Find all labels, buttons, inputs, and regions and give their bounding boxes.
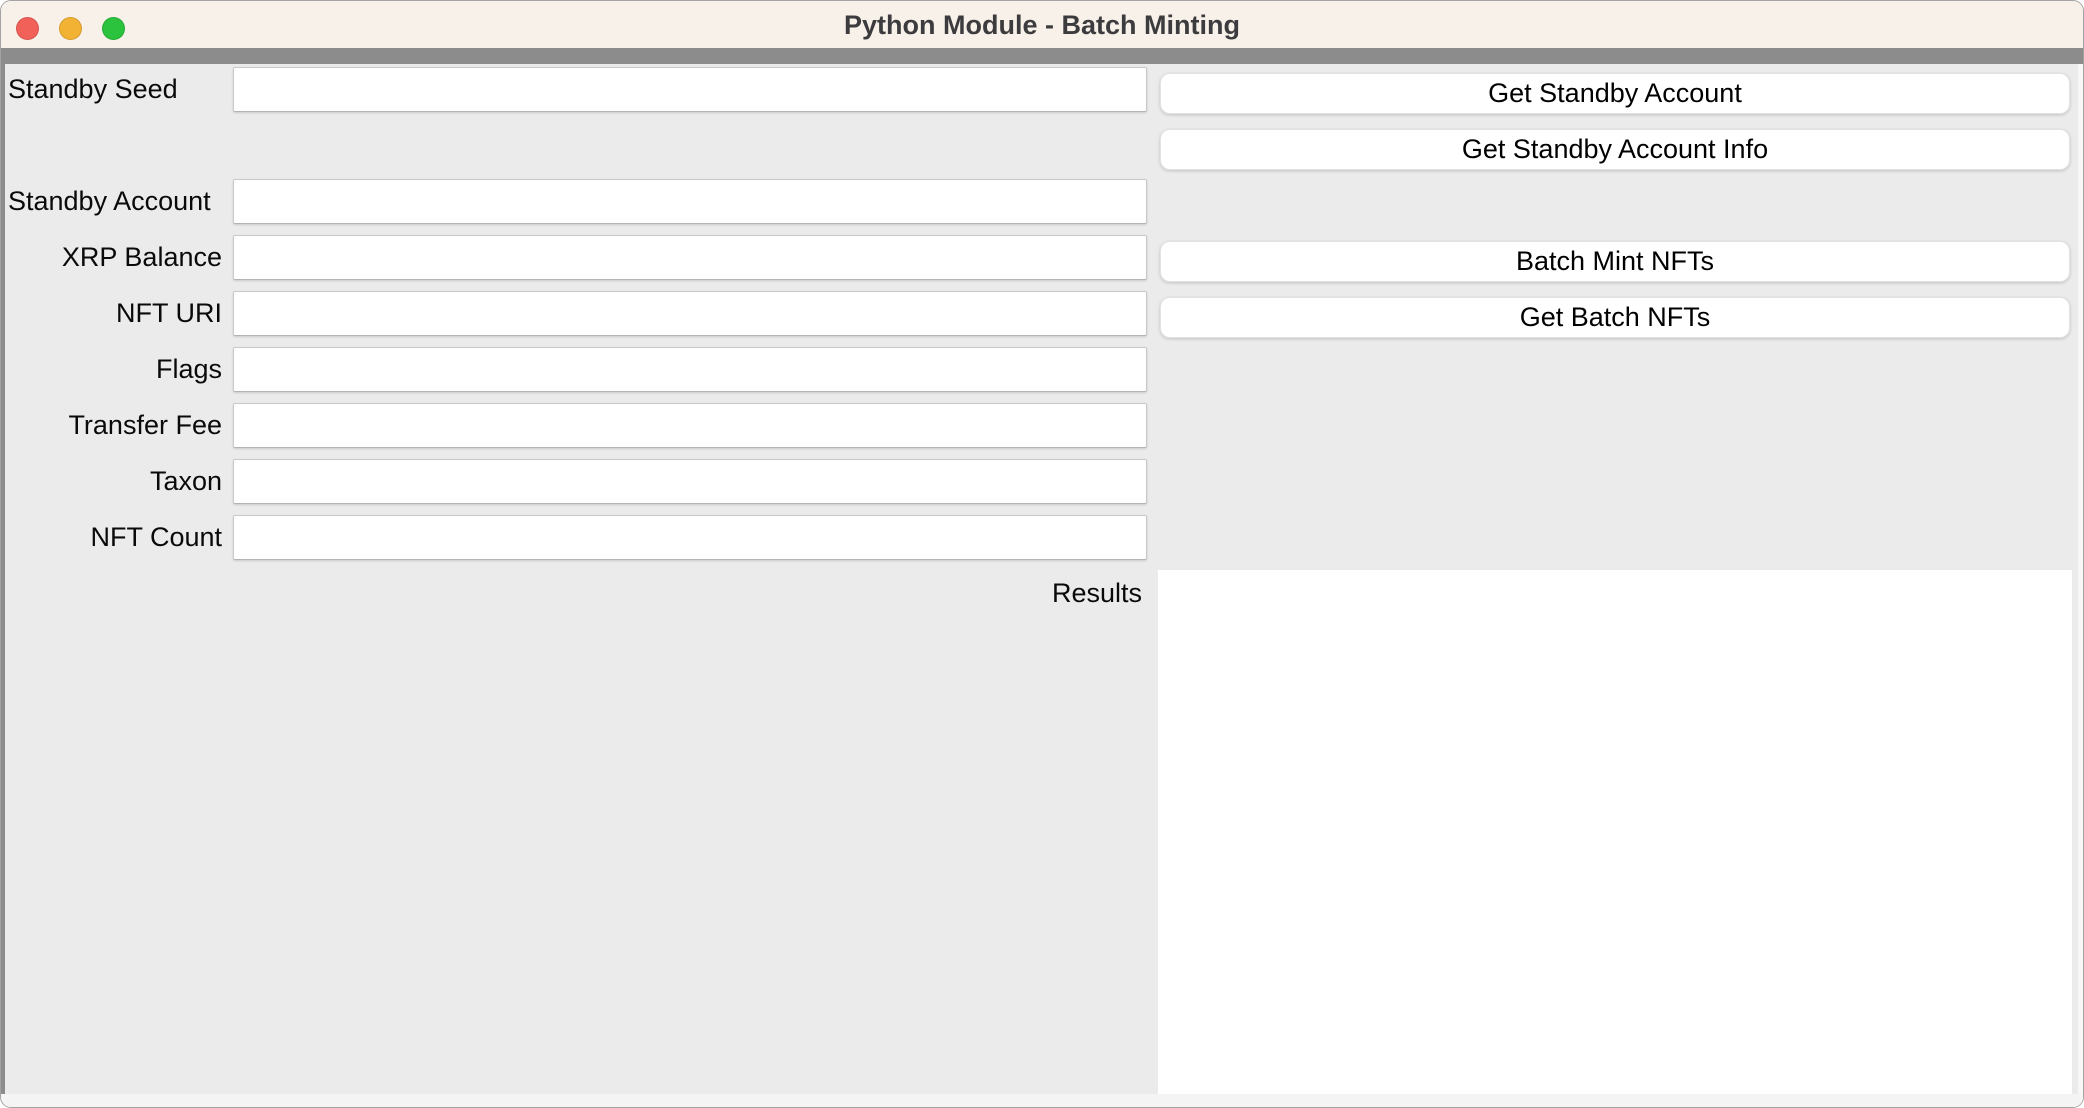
nft-count-input[interactable]: [233, 515, 1147, 560]
results-label: Results: [695, 571, 1142, 615]
standby-account-input[interactable]: [233, 179, 1147, 224]
get-standby-account-info-button[interactable]: Get Standby Account Info: [1160, 129, 2070, 170]
titlebar-separator: [1, 48, 2083, 64]
nft-uri-input[interactable]: [233, 291, 1147, 336]
app-window: Python Module - Batch Minting Standby Se…: [0, 0, 2084, 1108]
xrp-balance-input[interactable]: [233, 235, 1147, 280]
window-title: Python Module - Batch Minting: [1, 1, 2083, 48]
window-bottom-edge: [1, 1094, 2083, 1107]
main-content: Standby Seed Standby Account XRP Balance…: [1, 64, 2083, 1107]
taxon-input[interactable]: [233, 459, 1147, 504]
nft-uri-label: NFT URI: [8, 291, 222, 336]
flags-label: Flags: [8, 347, 222, 392]
standby-seed-label: Standby Seed: [8, 67, 222, 112]
taxon-label: Taxon: [8, 459, 222, 504]
standby-account-label: Standby Account: [8, 179, 222, 224]
batch-mint-nfts-button[interactable]: Batch Mint NFTs: [1160, 241, 2070, 282]
get-standby-account-button[interactable]: Get Standby Account: [1160, 73, 2070, 114]
get-batch-nfts-button[interactable]: Get Batch NFTs: [1160, 297, 2070, 338]
titlebar: Python Module - Batch Minting: [1, 1, 2083, 48]
flags-input[interactable]: [233, 347, 1147, 392]
standby-seed-input[interactable]: [233, 67, 1147, 112]
results-textarea[interactable]: [1158, 570, 2072, 1095]
xrp-balance-label: XRP Balance: [8, 235, 222, 280]
transfer-fee-input[interactable]: [233, 403, 1147, 448]
nft-count-label: NFT Count: [8, 515, 222, 560]
transfer-fee-label: Transfer Fee: [8, 403, 222, 448]
